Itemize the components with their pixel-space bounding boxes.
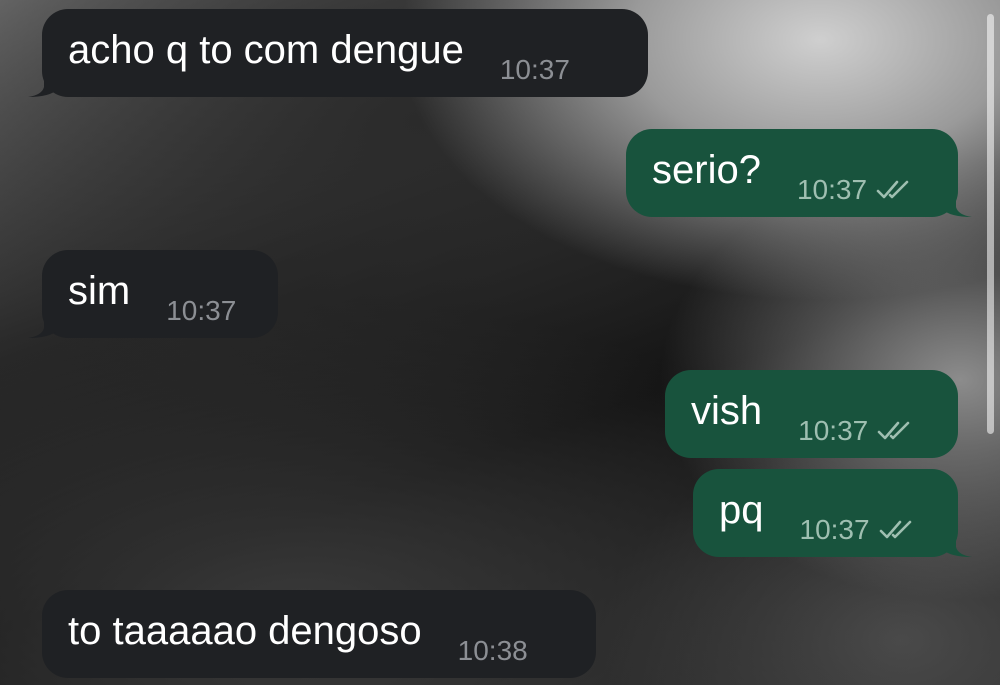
message-text: acho q to com dengue (68, 28, 464, 72)
chat-view[interactable]: acho q to com dengue 10:37 serio? 10:37 … (0, 0, 1000, 685)
message-time: 10:37 (499, 54, 570, 85)
message-time: 10:37 (796, 174, 868, 205)
message-meta: 10:37 (800, 516, 918, 544)
bubble-tail (28, 304, 58, 338)
outgoing-message-bubble[interactable]: serio? 10:37 (626, 129, 972, 217)
message-text: vish (691, 389, 763, 433)
message-meta: 10:37 (166, 297, 236, 325)
message-meta: 10:38 (458, 637, 528, 665)
incoming-message-bubble[interactable]: sim 10:37 (28, 250, 278, 338)
bubble-tail (942, 183, 972, 217)
message-meta: 10:37 (797, 176, 915, 204)
message-meta: 10:37 (798, 417, 916, 445)
outgoing-message-bubble[interactable]: pq 10:37 (693, 469, 972, 557)
outgoing-message-bubble[interactable]: vish 10:37 (665, 370, 958, 458)
message-text: pq (719, 488, 764, 532)
message-text: to taaaaao dengoso (68, 609, 422, 653)
double-check-icon (877, 421, 910, 440)
incoming-message-bubble[interactable]: acho q to com dengue 10:37 (28, 9, 648, 97)
message-text: serio? (652, 148, 761, 192)
scrollbar[interactable] (987, 14, 994, 434)
incoming-message-bubble[interactable]: to taaaaao dengoso 10:38 (42, 590, 596, 678)
double-check-icon (876, 180, 909, 199)
message-meta: 10:37 (500, 56, 570, 84)
message-time: 10:38 (457, 635, 528, 666)
double-check-icon (879, 520, 911, 539)
message-time: 10:37 (799, 514, 870, 545)
bubble-tail (942, 523, 972, 557)
message-text: sim (68, 269, 131, 313)
message-time: 10:37 (798, 415, 869, 446)
bubble-tail (28, 63, 58, 97)
message-time: 10:37 (166, 295, 237, 326)
